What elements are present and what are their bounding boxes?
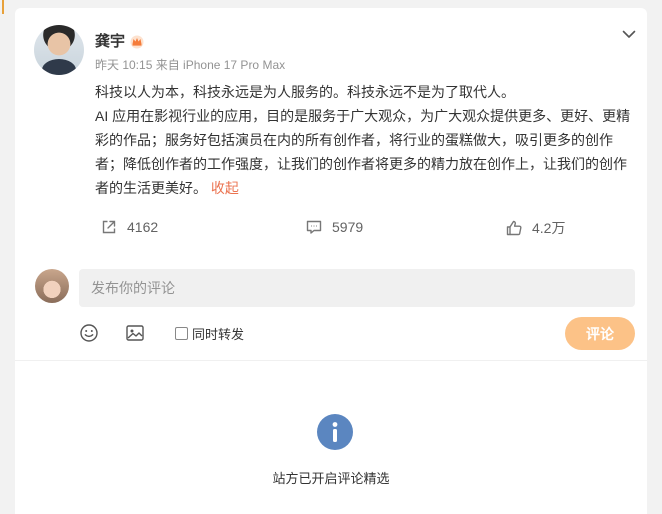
repost-count: 4162 bbox=[127, 219, 159, 235]
author-avatar[interactable] bbox=[34, 25, 84, 75]
crown-icon bbox=[129, 33, 145, 49]
post-body: 科技以人为本，科技永远是为人服务的。科技永远不是为了取代人。 AI 应用在影视行… bbox=[95, 80, 640, 200]
like-button[interactable]: 4.2万 bbox=[505, 218, 565, 238]
emoji-icon[interactable] bbox=[79, 323, 99, 343]
post-source: 来自 iPhone 17 Pro Max bbox=[155, 58, 286, 72]
curated-comments-notice: 站方已开启评论精选 bbox=[272, 471, 390, 486]
comment-button[interactable]: 5979 bbox=[305, 218, 363, 236]
post-paragraph-text: AI 应用在影视行业的应用，目的是服务于广大观众，为广大观众提供更多、更好、更精… bbox=[95, 108, 631, 196]
comment-input[interactable] bbox=[79, 269, 635, 307]
commenter-avatar bbox=[35, 269, 69, 303]
post-paragraph: 科技以人为本，科技永远是为人服务的。科技永远不是为了取代人。 bbox=[95, 84, 515, 100]
post-paragraph: AI 应用在影视行业的应用，目的是服务于广大观众，为广大观众提供更多、更好、更精… bbox=[95, 104, 640, 200]
repost-checkbox[interactable] bbox=[175, 327, 188, 340]
repost-toggle[interactable]: 同时转发 bbox=[175, 324, 244, 343]
image-icon[interactable] bbox=[125, 323, 145, 343]
repost-button[interactable]: 4162 bbox=[100, 218, 158, 236]
chevron-down-icon[interactable] bbox=[621, 26, 637, 42]
action-bar: 4162 5979 4.2万 bbox=[100, 218, 640, 240]
repost-toggle-label: 同时转发 bbox=[192, 327, 245, 342]
author-name[interactable]: 龚宇 bbox=[95, 30, 125, 51]
like-count: 4.2万 bbox=[532, 220, 566, 236]
post-timestamp[interactable]: 昨天 10:15 bbox=[95, 58, 152, 72]
post-card: 龚宇 昨天 10:15 来自 iPhone 17 Pro Max 科技以人为本，… bbox=[15, 8, 647, 514]
comment-icon bbox=[306, 220, 322, 234]
submit-comment-button[interactable]: 评论 bbox=[565, 317, 635, 350]
info-icon bbox=[317, 414, 353, 450]
divider bbox=[15, 360, 647, 361]
post-meta: 昨天 10:15 来自 iPhone 17 Pro Max bbox=[95, 56, 285, 73]
comment-count: 5979 bbox=[332, 219, 364, 235]
author-row: 龚宇 bbox=[95, 30, 145, 51]
share-icon bbox=[102, 220, 116, 234]
collapse-link[interactable]: 收起 bbox=[211, 180, 239, 196]
left-edge-marker bbox=[0, 0, 4, 14]
thumbs-up-icon bbox=[506, 220, 522, 236]
